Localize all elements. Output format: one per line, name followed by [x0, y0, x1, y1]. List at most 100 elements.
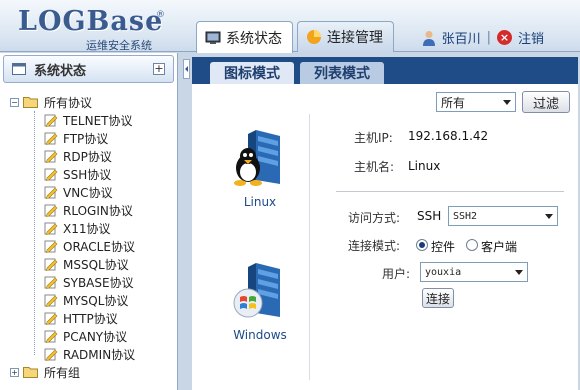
sidebar-item-protocol[interactable]: TELNET协议	[0, 111, 177, 129]
protocol-label: MYSQL协议	[63, 293, 129, 308]
protocol-tree: − 所有协议 TELNET协议 FTP协议 RDP协议 SSH协议 VNC协议 RLOGI…	[0, 93, 177, 381]
hostname-label: 主机名:	[354, 160, 395, 174]
protocol-list: TELNET协议 FTP协议 RDP协议 SSH协议 VNC协议 RLOGIN协议 X11协…	[0, 111, 177, 363]
sidebar-item-protocol[interactable]: RADMIN协议	[0, 345, 177, 363]
mode-activex-label: 控件	[431, 240, 456, 254]
logout-icon[interactable]: ×	[496, 30, 512, 45]
protocol-label: RDP协议	[63, 149, 112, 164]
tree-root-all-groups[interactable]: + 所有组	[0, 363, 177, 381]
sidebar-header: 系统状态 +	[3, 55, 174, 83]
logo-text: LOGBase	[18, 6, 164, 37]
edit-document-icon	[44, 222, 58, 235]
protocol-label: SSH协议	[63, 167, 112, 182]
logo: LOGBase ® 运维安全系统	[18, 6, 168, 52]
protocol-label: X11协议	[63, 221, 111, 236]
chevron-down-icon	[503, 100, 511, 105]
top-tabs: 系统状态 连接管理	[196, 21, 394, 53]
protocol-label: SYBASE协议	[63, 275, 134, 290]
sidebar-title: 系统状态	[34, 63, 87, 79]
tree-root-all-protocols[interactable]: − 所有协议	[0, 93, 177, 111]
tab-icon-mode[interactable]: 图标模式	[210, 62, 294, 84]
edit-document-icon	[44, 348, 58, 361]
protocol-label: PCANY协议	[63, 329, 128, 344]
expand-toggle[interactable]: +	[10, 367, 19, 377]
divider	[336, 191, 564, 192]
user-name[interactable]: 张百川	[442, 28, 481, 47]
access-method-label: 访问方式:	[348, 211, 401, 225]
host-panel: Linux Windows 主机IP: 192.168.1.42 主机名: Li…	[192, 114, 578, 390]
main-content: 图标模式 列表模式 所有 过滤 Linux Windows 主机IP: 192.…	[180, 53, 580, 390]
edit-document-icon	[44, 186, 58, 199]
protocol-label: HTTP协议	[63, 311, 118, 326]
sidebar-item-protocol[interactable]: MYSQL协议	[0, 291, 177, 309]
ip-value: 192.168.1.42	[408, 129, 489, 143]
filter-select[interactable]: 所有	[436, 92, 516, 112]
collapse-sidebar-handle[interactable]	[183, 59, 190, 79]
host-icon-list: Linux Windows	[200, 114, 310, 380]
protocol-label: VNC协议	[63, 185, 113, 200]
logo-registered-mark: ®	[156, 10, 165, 20]
tab-connection-management[interactable]: 连接管理	[297, 21, 394, 52]
folder-open-icon	[23, 97, 38, 108]
edit-document-icon	[44, 132, 58, 145]
host-windows-label: Windows	[233, 328, 287, 342]
logo-subtitle: 运维安全系统	[86, 39, 152, 52]
tab-list-mode[interactable]: 列表模式	[300, 62, 384, 84]
host-linux[interactable]: Linux	[215, 126, 305, 209]
sidebar-item-protocol[interactable]: X11协议	[0, 219, 177, 237]
tree-root-label: 所有协议	[44, 95, 93, 110]
edit-document-icon	[44, 312, 58, 325]
user-select[interactable]: youxia	[420, 262, 528, 282]
edit-document-icon	[44, 276, 58, 289]
protocol-label: FTP协议	[63, 131, 109, 146]
collapse-toggle[interactable]: −	[10, 97, 19, 107]
sidebar-item-protocol[interactable]: FTP协议	[0, 129, 177, 147]
monitor-icon	[205, 31, 221, 44]
mode-activex-radio[interactable]	[416, 239, 428, 251]
ip-label: 主机IP:	[354, 131, 393, 145]
mode-client-radio[interactable]	[466, 239, 478, 251]
mode-client-label: 客户端	[481, 240, 518, 254]
edit-document-icon	[44, 204, 58, 217]
protocol-label: MSSQL协议	[63, 257, 129, 272]
filter-button[interactable]: 过滤	[522, 91, 570, 113]
chevron-down-icon	[545, 214, 553, 219]
user-icon	[422, 30, 435, 46]
host-windows[interactable]: Windows	[215, 259, 305, 342]
sidebar-item-protocol[interactable]: HTTP协议	[0, 309, 177, 327]
protocol-label: ORACLE协议	[63, 239, 135, 254]
connect-button[interactable]: 连接	[422, 288, 454, 308]
sidebar-item-protocol[interactable]: RDP协议	[0, 147, 177, 165]
sidebar-item-protocol[interactable]: VNC协议	[0, 183, 177, 201]
host-linux-label: Linux	[243, 195, 277, 209]
expand-sidebar-button[interactable]: +	[153, 63, 165, 75]
tab-label: 连接管理	[327, 30, 383, 46]
protocol-label: RADMIN协议	[63, 347, 136, 362]
user-selected: youxia	[425, 266, 462, 278]
protocol-label: RLOGIN协议	[63, 203, 133, 218]
edit-document-icon	[44, 114, 58, 127]
pie-chart-icon	[307, 30, 321, 44]
folder-icon	[23, 367, 38, 378]
sidebar-item-protocol[interactable]: RLOGIN协议	[0, 201, 177, 219]
access-selected: SSH2	[453, 210, 478, 222]
sidebar-item-protocol[interactable]: SYBASE协议	[0, 273, 177, 291]
edit-document-icon	[44, 150, 58, 163]
edit-document-icon	[44, 240, 58, 253]
edit-document-icon	[44, 330, 58, 343]
access-method-select[interactable]: SSH2	[448, 206, 558, 226]
sidebar: 系统状态 + − 所有协议 TELNET协议 FTP协议 RDP协议 SSH协议 VNC…	[0, 53, 178, 390]
sidebar-item-protocol[interactable]: MSSQL协议	[0, 255, 177, 273]
sidebar-item-protocol[interactable]: SSH协议	[0, 165, 177, 183]
chevron-down-icon	[515, 270, 523, 275]
connect-mode-label: 连接模式:	[348, 239, 401, 253]
filter-row: 所有 过滤	[192, 84, 578, 114]
sidebar-item-protocol[interactable]: PCANY协议	[0, 327, 177, 345]
separator: |	[486, 30, 491, 45]
sidebar-item-protocol[interactable]: ORACLE协议	[0, 237, 177, 255]
logout-link[interactable]: 注销	[518, 28, 544, 47]
tab-system-status[interactable]: 系统状态	[196, 21, 293, 53]
access-protocol: SSH	[417, 209, 442, 223]
filter-selected: 所有	[441, 95, 466, 110]
user-label: 用户:	[382, 267, 411, 281]
